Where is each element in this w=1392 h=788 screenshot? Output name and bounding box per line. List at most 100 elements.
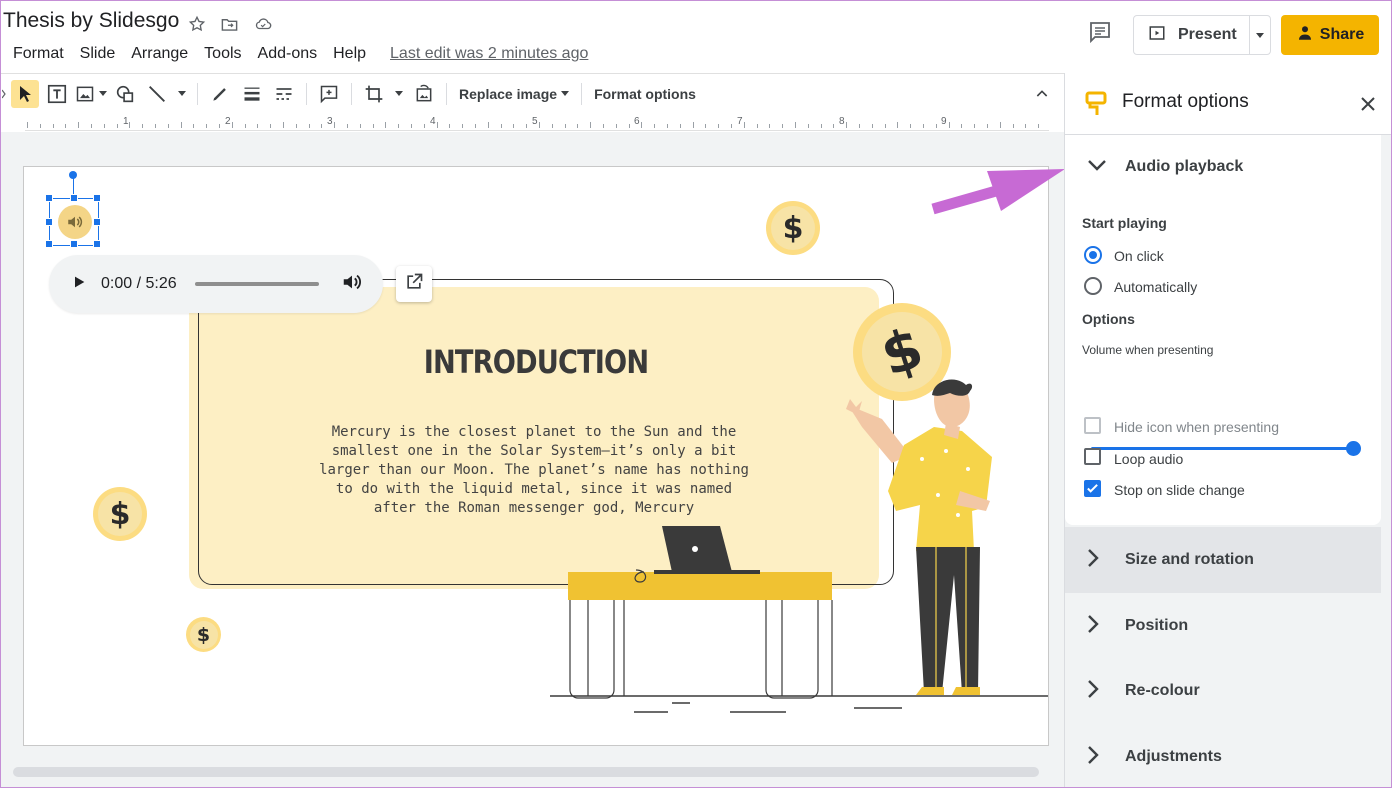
ruler-tick: [334, 122, 336, 128]
share-button[interactable]: Share: [1281, 15, 1379, 55]
resize-handle[interactable]: [45, 240, 53, 248]
player-progress-bar[interactable]: [194, 282, 319, 286]
volume-slider-thumb[interactable]: [1346, 441, 1361, 456]
resize-handle[interactable]: [93, 194, 101, 202]
toolbar-overflow-icon[interactable]: [1, 80, 7, 108]
ruler-tick: [308, 124, 310, 128]
collapse-toolbar-icon[interactable]: [1028, 80, 1056, 108]
document-title[interactable]: Thesis by Slidesgo: [3, 9, 179, 33]
move-folder-icon[interactable]: [218, 13, 240, 35]
ruler-tick: [513, 124, 515, 128]
menu-slide[interactable]: Slide: [72, 45, 124, 63]
resize-handle[interactable]: [45, 218, 53, 226]
ruler-tick: [27, 122, 28, 128]
checkbox-hide-icon[interactable]: [1084, 417, 1101, 434]
radio-on-click[interactable]: [1084, 246, 1102, 264]
ruler-tick: [91, 124, 92, 128]
menu-help[interactable]: Help: [325, 45, 374, 63]
size-rotation-section[interactable]: Size and rotation: [1065, 527, 1381, 593]
ruler-tick: [603, 124, 604, 128]
border-dash-icon[interactable]: [270, 80, 298, 108]
share-label: Share: [1319, 26, 1365, 43]
ruler-tick: [923, 124, 924, 128]
ruler-tick: [577, 124, 579, 128]
position-section[interactable]: Position: [1065, 593, 1381, 659]
last-edit-link[interactable]: Last edit was 2 minutes ago: [390, 45, 588, 63]
audio-playback-header[interactable]: Audio playback: [1065, 135, 1381, 199]
ruler-tick: [884, 124, 886, 128]
insert-image-icon[interactable]: [75, 80, 107, 108]
horizontal-ruler: 1 2 3 4 5 6 7 8 9: [25, 115, 1049, 131]
rotation-handle[interactable]: [69, 171, 77, 179]
open-in-new-button[interactable]: [396, 266, 432, 302]
volume-label: Volume when presenting: [1082, 343, 1214, 357]
recolour-header[interactable]: Re-colour: [1065, 658, 1381, 724]
close-icon[interactable]: [1357, 93, 1379, 115]
ruler-tick: [65, 124, 67, 128]
present-dropdown-button[interactable]: [1250, 16, 1270, 54]
replace-image-button[interactable]: Replace image: [453, 86, 575, 102]
ruler-tick: [1025, 124, 1027, 128]
volume-slider-track[interactable]: [1091, 447, 1353, 450]
add-comment-icon[interactable]: [315, 80, 343, 108]
menu-arrange[interactable]: Arrange: [123, 45, 196, 63]
slide-title[interactable]: INTRODUCTION: [320, 343, 752, 381]
comment-icon: [1088, 20, 1112, 49]
select-tool-icon[interactable]: [11, 79, 39, 108]
radio-on-click-label[interactable]: On click: [1114, 248, 1164, 264]
position-header[interactable]: Position: [1065, 593, 1381, 659]
resize-handle[interactable]: [70, 194, 78, 202]
menu-add-ons[interactable]: Add-ons: [250, 45, 326, 63]
comment-history-button[interactable]: [1085, 19, 1115, 49]
ruler-tick: [756, 124, 758, 128]
audio-object-selection[interactable]: [45, 194, 101, 248]
recolour-section[interactable]: Re-colour: [1065, 658, 1381, 724]
shape-icon[interactable]: [111, 80, 139, 108]
resize-handle[interactable]: [45, 194, 53, 202]
menu-tools[interactable]: Tools: [196, 45, 249, 63]
recolour-label: Re-colour: [1125, 682, 1200, 699]
slide-body-text[interactable]: Mercury is the closest planet to the Sun…: [314, 423, 754, 518]
size-rotation-header[interactable]: Size and rotation: [1065, 527, 1381, 593]
radio-automatically[interactable]: [1084, 277, 1102, 295]
checkbox-hide-icon-label[interactable]: Hide icon when presenting: [1114, 419, 1279, 435]
ruler-tick: [257, 124, 259, 128]
radio-automatically-label[interactable]: Automatically: [1114, 279, 1197, 295]
text-box-icon[interactable]: [43, 80, 71, 108]
audio-speaker-icon[interactable]: [58, 205, 92, 239]
panel-scrollbar[interactable]: [1383, 135, 1391, 787]
audio-playback-section: Audio playback Start playing On click Au…: [1065, 135, 1381, 525]
checkbox-stop-on-slide-change[interactable]: [1084, 480, 1101, 497]
resize-handle[interactable]: [70, 240, 78, 248]
ruler-tick: [295, 124, 297, 128]
ruler-number: 5: [532, 116, 538, 127]
ruler-tick: [270, 124, 272, 128]
present-button[interactable]: Present: [1134, 16, 1250, 54]
checkbox-loop-audio[interactable]: [1084, 448, 1101, 465]
cloud-saved-icon[interactable]: [252, 13, 274, 35]
border-color-icon[interactable]: [206, 80, 234, 108]
adjustments-section[interactable]: Adjustments: [1065, 724, 1381, 787]
slide-canvas[interactable]: INTRODUCTION Mercury is the closest plan…: [23, 166, 1049, 746]
checkbox-loop-audio-label[interactable]: Loop audio: [1114, 451, 1183, 467]
line-icon[interactable]: [143, 80, 171, 108]
star-icon[interactable]: [186, 13, 208, 35]
checkbox-stop-on-slide-change-label[interactable]: Stop on slide change: [1114, 482, 1245, 498]
format-options-button[interactable]: Format options: [588, 86, 702, 102]
resize-handle[interactable]: [93, 240, 101, 248]
ruler-tick: [718, 124, 720, 128]
ruler-tick: [705, 124, 707, 128]
menu-format[interactable]: Format: [1, 45, 72, 63]
play-icon[interactable]: [71, 274, 87, 295]
border-weight-icon[interactable]: [238, 80, 266, 108]
adjustments-header[interactable]: Adjustments: [1065, 724, 1381, 787]
chevron-right-icon: [1087, 548, 1099, 573]
ruler-tick: [615, 124, 617, 128]
crop-dropdown-icon[interactable]: [392, 80, 406, 108]
volume-icon[interactable]: [341, 271, 363, 298]
horizontal-scrollbar[interactable]: [13, 767, 1039, 777]
reset-image-icon[interactable]: [410, 80, 438, 108]
line-dropdown-icon[interactable]: [175, 80, 189, 108]
crop-icon[interactable]: [360, 80, 388, 108]
resize-handle[interactable]: [93, 218, 101, 226]
